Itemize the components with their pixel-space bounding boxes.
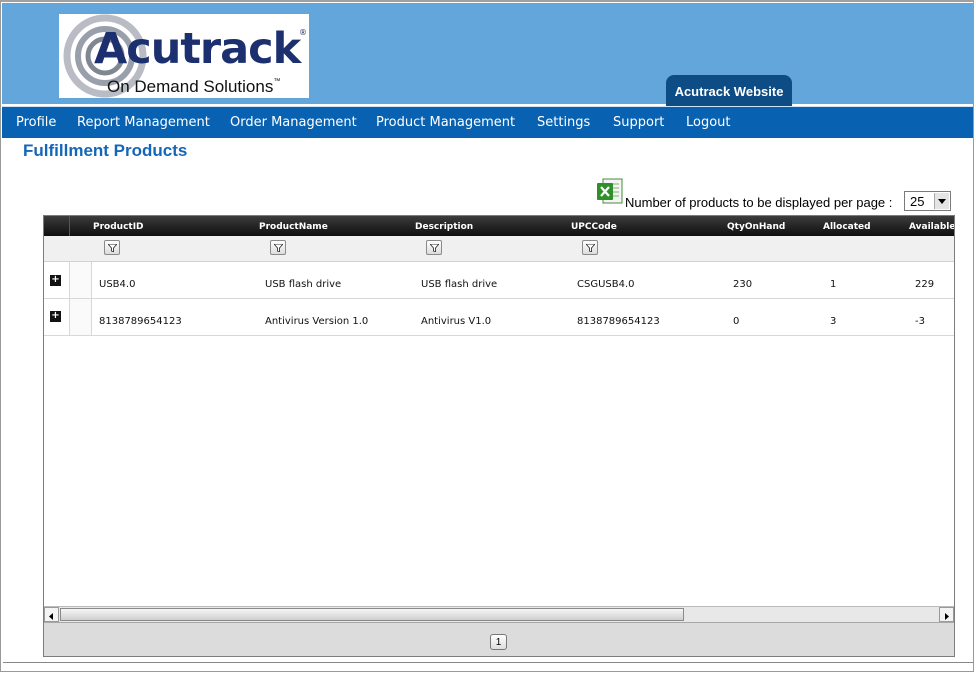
- nav-item-profile[interactable]: Profile: [16, 107, 56, 138]
- filter-productname-button[interactable]: [270, 240, 286, 255]
- scroll-left-icon[interactable]: [44, 607, 59, 622]
- filter-upccode-button[interactable]: [582, 240, 598, 255]
- filter-icon: [430, 244, 439, 252]
- column-header-qtyonhand[interactable]: QtyOnHand: [727, 216, 785, 238]
- nav-item-report-management[interactable]: Report Management: [77, 107, 210, 138]
- cell-qtyonhand: 230: [733, 279, 753, 290]
- dropdown-arrow-icon[interactable]: [934, 193, 949, 209]
- page-button-1[interactable]: 1: [490, 634, 507, 650]
- filter-icon: [586, 244, 595, 252]
- cell-productid: USB4.0: [99, 279, 136, 290]
- cell-qtyonhand: 0: [733, 316, 740, 327]
- logo-tagline: On Demand Solutions™: [107, 78, 280, 95]
- filter-row: [44, 236, 954, 262]
- scroll-right-icon[interactable]: [939, 607, 954, 622]
- acutrack-website-tab[interactable]: Acutrack Website: [666, 75, 792, 107]
- column-header-allocated[interactable]: Allocated: [823, 216, 871, 238]
- filter-productid-button[interactable]: [104, 240, 120, 255]
- products-grid: ProductID ProductName Description UPCCod…: [43, 215, 955, 657]
- filter-icon: [274, 244, 283, 252]
- column-header-available[interactable]: Available: [909, 216, 954, 238]
- cell-available: 229: [915, 279, 935, 290]
- excel-export-icon[interactable]: [596, 178, 624, 205]
- logo-tagline-text: On Demand Solutions: [107, 77, 274, 96]
- site-header: Acutrack ® On Demand Solutions™ Acutrack…: [2, 3, 973, 107]
- cell-productname: USB flash drive: [265, 279, 342, 290]
- table-row[interactable]: + USB4.0 USB flash drive USB flash drive…: [44, 262, 954, 299]
- cell-productid: 8138789654123: [99, 316, 182, 327]
- cell-allocated: 3: [830, 316, 837, 327]
- nav-item-logout[interactable]: Logout: [686, 107, 731, 138]
- column-header-upccode[interactable]: UPCCode: [571, 216, 617, 238]
- filter-description-button[interactable]: [426, 240, 442, 255]
- cell-upccode: 8138789654123: [577, 316, 660, 327]
- nav-item-product-management[interactable]: Product Management: [376, 107, 515, 138]
- per-page-label: Number of products to be displayed per p…: [625, 195, 893, 210]
- table-row[interactable]: + 8138789654123 Antivirus Version 1.0 An…: [44, 299, 954, 336]
- scrollbar-thumb[interactable]: [60, 608, 684, 621]
- cell-available: -3: [915, 316, 925, 327]
- cell-description: Antivirus V1.0: [421, 316, 492, 327]
- row-select-cell[interactable]: [69, 262, 92, 298]
- nav-item-support[interactable]: Support: [613, 107, 664, 138]
- cell-description: USB flash drive: [421, 279, 498, 290]
- row-select-cell[interactable]: [69, 299, 92, 335]
- logo-trademark: ™: [273, 78, 281, 85]
- page-title: Fulfillment Products: [23, 141, 188, 160]
- per-page-value: 25: [910, 194, 925, 209]
- column-header-description[interactable]: Description: [415, 216, 473, 238]
- filter-icon: [108, 244, 117, 252]
- nav-item-settings[interactable]: Settings: [537, 107, 590, 138]
- main-nav: Profile Report Management Order Manageme…: [2, 106, 973, 138]
- horizontal-scrollbar[interactable]: [44, 606, 954, 623]
- cell-upccode: CSGUSB4.0: [577, 279, 635, 290]
- bottom-divider: [3, 662, 973, 663]
- header-expand-column: [44, 216, 70, 236]
- expand-icon[interactable]: +: [50, 311, 61, 322]
- grid-header: ProductID ProductName Description UPCCod…: [44, 216, 954, 236]
- logo-wordmark: Acutrack: [94, 24, 301, 74]
- expand-icon[interactable]: +: [50, 275, 61, 286]
- grid-pager: 1: [44, 622, 954, 656]
- acutrack-logo[interactable]: Acutrack ® On Demand Solutions™: [59, 14, 309, 98]
- column-header-productname[interactable]: ProductName: [259, 216, 328, 238]
- cell-productname: Antivirus Version 1.0: [265, 316, 369, 327]
- logo-registered-mark: ®: [299, 28, 307, 37]
- per-page-select[interactable]: 25: [904, 191, 951, 211]
- nav-item-order-management[interactable]: Order Management: [230, 107, 357, 138]
- cell-allocated: 1: [830, 279, 837, 290]
- column-header-productid[interactable]: ProductID: [93, 216, 144, 238]
